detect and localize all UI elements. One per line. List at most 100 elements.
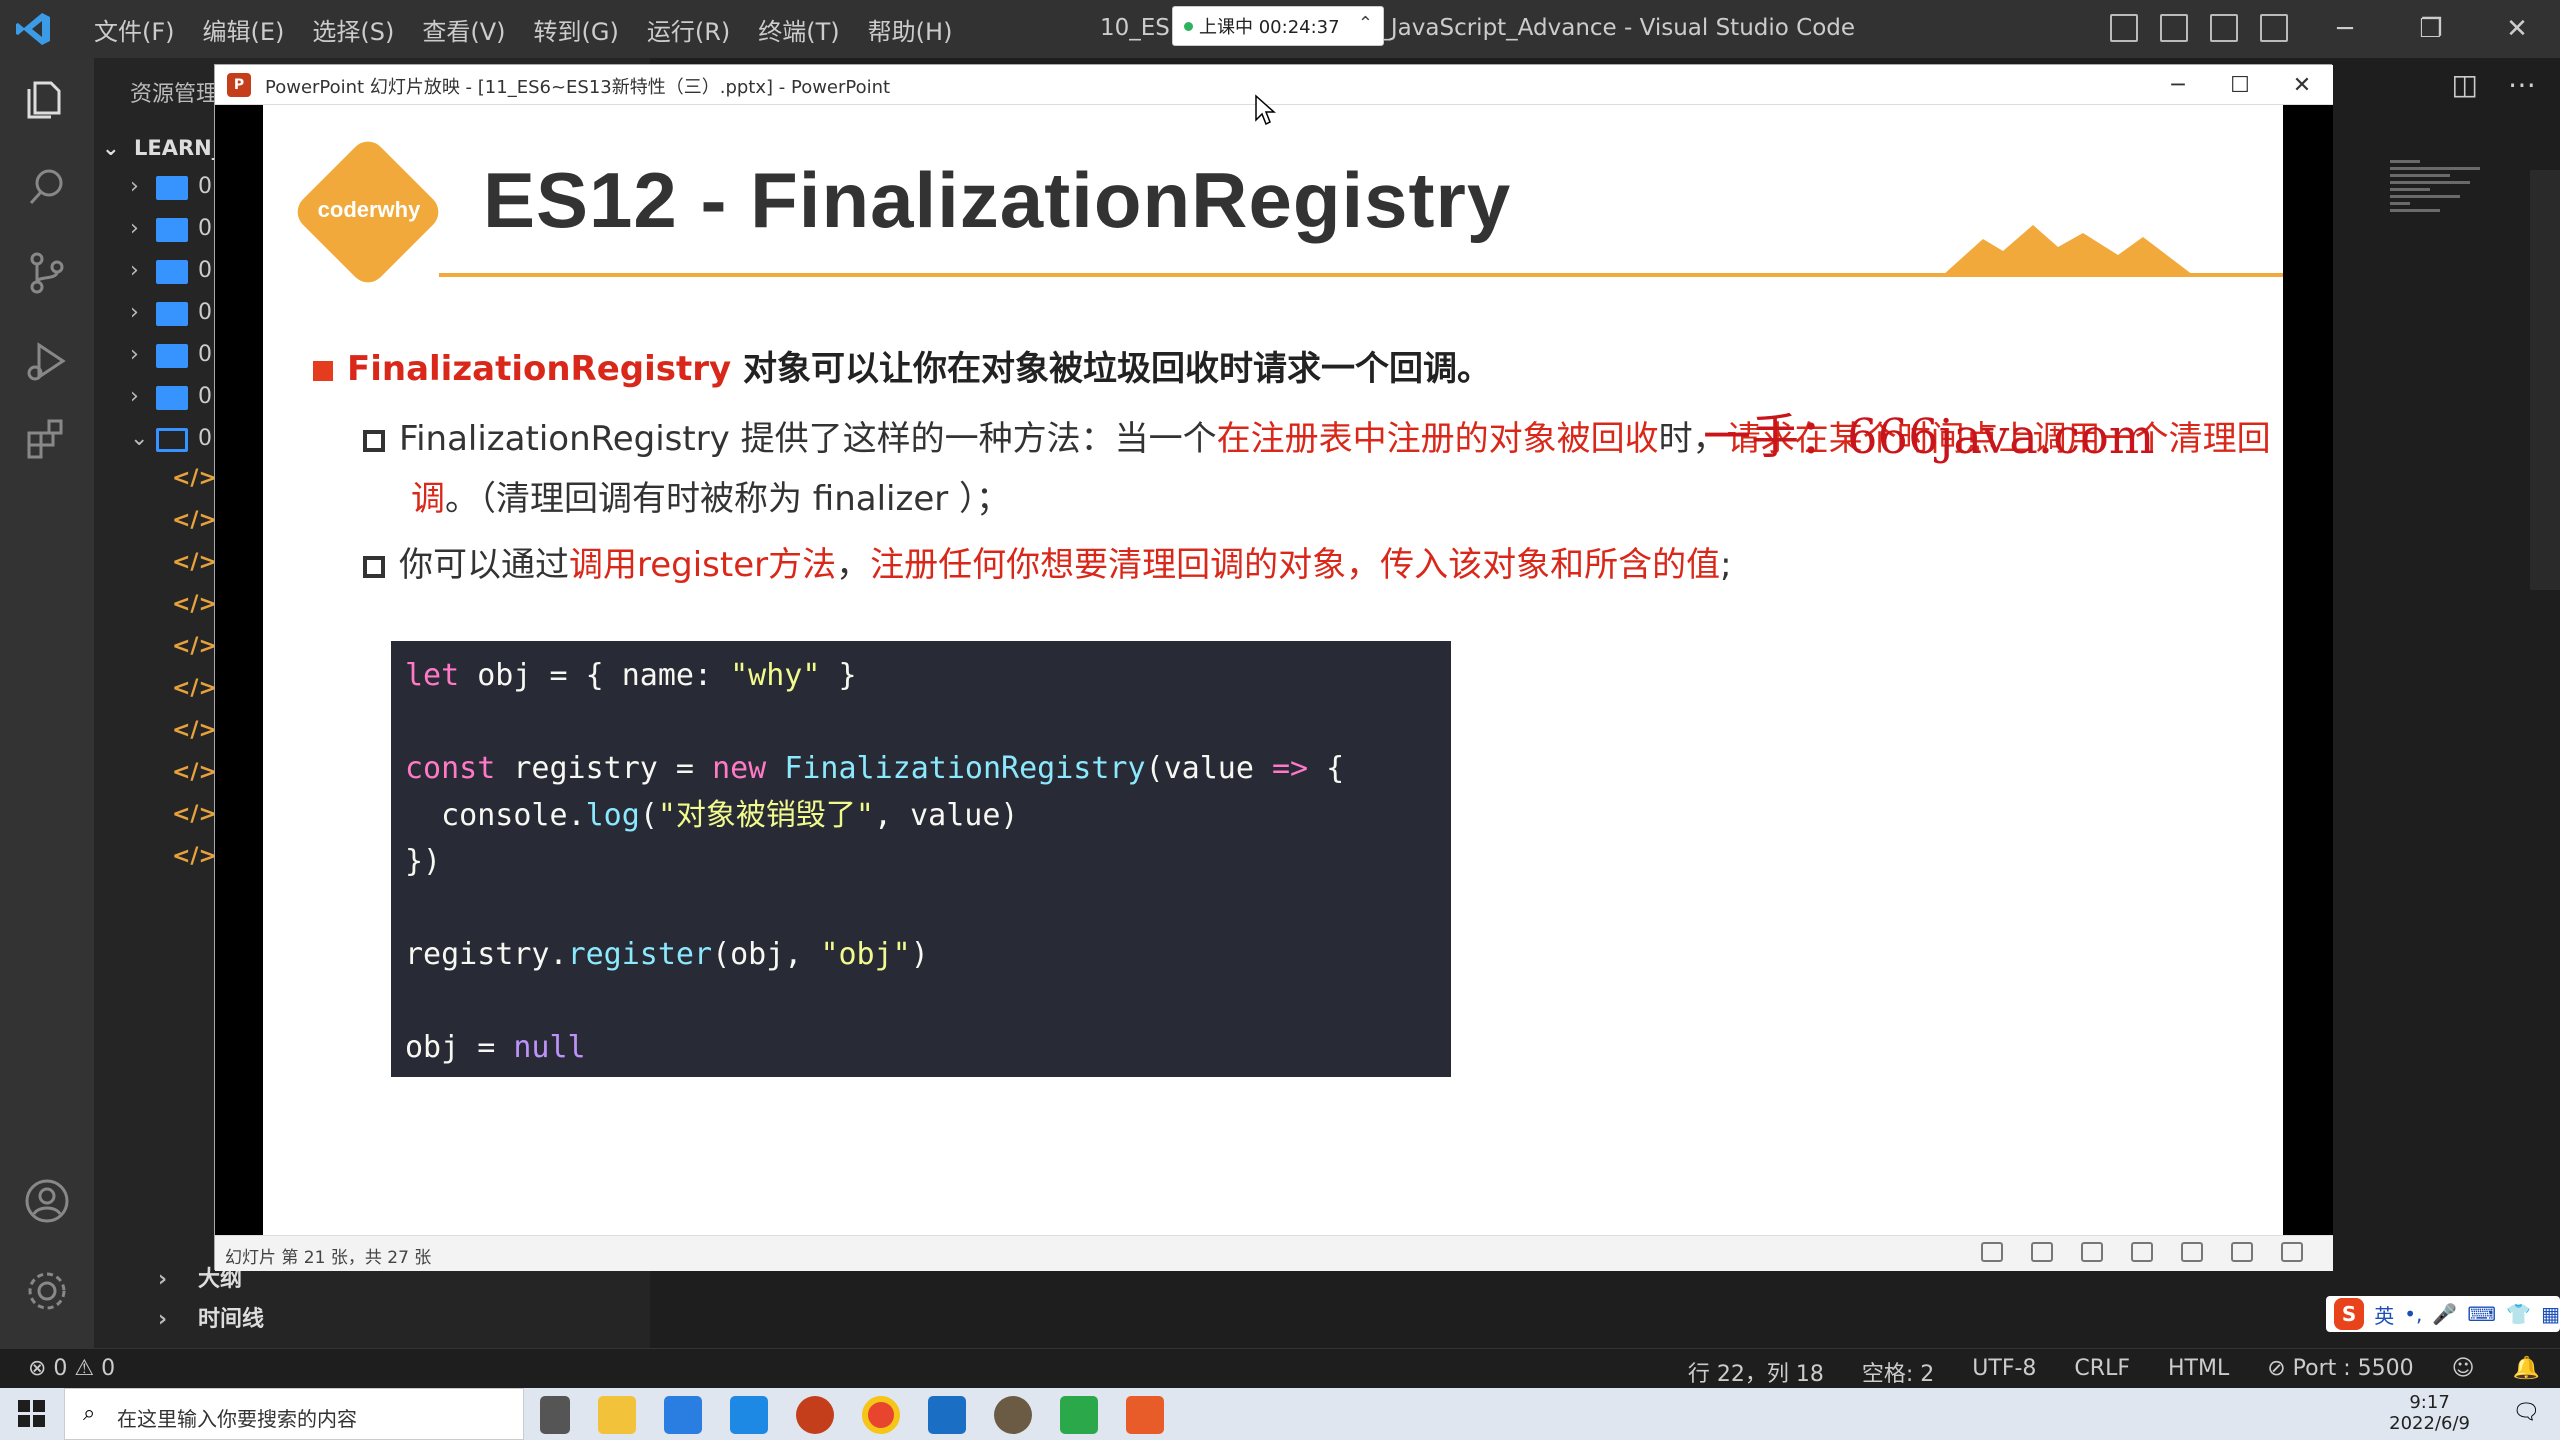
split-editor-icon[interactable]: ◫ (2452, 68, 2478, 101)
slideshow-icon[interactable] (2281, 1242, 2303, 1262)
menu-selection[interactable]: 选择(S) (298, 12, 408, 47)
file-explorer-icon[interactable] (598, 1396, 636, 1434)
ime-toolbar[interactable]: S 英 •, 🎤 ⌨ 👕 ▦ (2326, 1296, 2560, 1332)
vscode-logo-icon (16, 13, 50, 45)
toolbox-icon[interactable]: ▦ (2541, 1302, 2560, 1326)
system-clock[interactable]: 9:17 2022/6/9 (2389, 1392, 2470, 1434)
timeline-section[interactable]: › 时间线 (94, 1300, 650, 1340)
code-line: console.log("对象被销毁了", value) (405, 797, 1019, 833)
ppt-minimize-button[interactable]: ─ (2147, 65, 2209, 105)
menu-run[interactable]: 运行(R) (633, 12, 744, 47)
cursor-position[interactable]: 行 22，列 18 (1688, 1356, 1824, 1388)
minimize-button[interactable]: ─ (2302, 0, 2388, 58)
recording-dot-icon (1184, 22, 1193, 31)
minimap[interactable] (2390, 160, 2500, 250)
code-line: }) (405, 844, 442, 879)
camtasia-green-icon[interactable] (1060, 1396, 1098, 1434)
chevron-down-icon: ⌄ (130, 426, 149, 451)
microphone-icon[interactable]: 🎤 (2432, 1302, 2457, 1326)
powerpoint-taskbar-icon[interactable] (796, 1396, 834, 1434)
live-server-port[interactable]: ⊘ Port : 5500 (2267, 1356, 2413, 1388)
toggle-secondary-sidebar-icon[interactable] (2210, 14, 2238, 42)
clock-time: 9:17 (2409, 1392, 2450, 1413)
html-file-icon: </> (172, 592, 217, 617)
chevron-up-icon[interactable]: ⌃ (1358, 13, 1373, 34)
menu-view[interactable]: 查看(V) (408, 12, 519, 47)
chrome-icon[interactable] (862, 1396, 900, 1434)
punctuation-icon[interactable]: •, (2404, 1302, 2422, 1326)
language-mode[interactable]: HTML (2168, 1356, 2229, 1388)
menubar: 文件(F) 编辑(E) 选择(S) 查看(V) 转到(G) 运行(R) 终端(T… (80, 0, 966, 58)
folder-icon (156, 176, 188, 200)
notifications-bell-icon[interactable]: 🔔 (2513, 1356, 2540, 1388)
code-line: let obj = { name: "why" } (405, 658, 857, 693)
chevron-right-icon: › (158, 1267, 168, 1292)
run-debug-icon[interactable] (22, 336, 72, 386)
customize-layout-icon[interactable] (2260, 14, 2288, 42)
skin-icon[interactable]: 👕 (2506, 1302, 2531, 1326)
menu-file[interactable]: 文件(F) (80, 12, 189, 47)
vscode-taskbar-icon[interactable] (928, 1396, 966, 1434)
menu-go[interactable]: 转到(G) (520, 12, 633, 47)
html-file-icon: </> (172, 676, 217, 701)
avatar-app-icon[interactable] (994, 1396, 1032, 1434)
toggle-sidebar-icon[interactable] (2110, 14, 2138, 42)
html-file-icon: </> (172, 802, 217, 827)
ppt-title: PowerPoint 幻灯片放映 - [11_ES6~ES13新特性（三）.pp… (265, 77, 891, 98)
menu-terminal[interactable]: 终端(T) (744, 12, 853, 47)
recording-indicator[interactable]: 上课中 00:24:37 ⌃ (1172, 6, 1384, 46)
line-ending[interactable]: CRLF (2074, 1356, 2130, 1388)
problems-indicator[interactable]: ⊗ 0 ⚠ 0 (28, 1356, 115, 1381)
powerpoint-window: P PowerPoint 幻灯片放映 - [11_ES6~ES13新特性（三）.… (214, 64, 2333, 1271)
source-control-icon[interactable] (22, 248, 72, 298)
search-icon: ⌕ (83, 1401, 96, 1426)
search-icon[interactable] (22, 162, 72, 212)
mouse-cursor-icon (1255, 94, 1276, 126)
explorer-icon[interactable] (22, 74, 72, 124)
taskbar-search-box[interactable]: ⌕ 在这里输入你要搜索的内容 (64, 1388, 524, 1440)
editor-scrollbar[interactable] (2530, 170, 2560, 590)
slide-menu-icon[interactable] (2031, 1242, 2053, 1262)
toggle-panel-icon[interactable] (2160, 14, 2188, 42)
normal-view-icon[interactable] (2131, 1242, 2153, 1262)
html-file-icon: </> (172, 466, 217, 491)
more-actions-icon[interactable]: ⋯ (2508, 68, 2536, 101)
next-slide-icon[interactable] (2081, 1242, 2103, 1262)
ppt-close-button[interactable]: ✕ (2271, 65, 2333, 105)
ime-language[interactable]: 英 (2374, 1300, 2394, 1329)
menu-help[interactable]: 帮助(H) (854, 12, 967, 47)
app-blue-icon[interactable] (664, 1396, 702, 1434)
slide[interactable]: coderwhy ES12 - FinalizationRegistry Fin… (263, 105, 2283, 1235)
encoding[interactable]: UTF-8 (1972, 1356, 2036, 1388)
close-button[interactable]: ✕ (2474, 0, 2560, 58)
sogou-ime-icon: S (2334, 1298, 2365, 1330)
menu-edit[interactable]: 编辑(E) (189, 12, 299, 47)
camtasia-orange-icon[interactable] (1126, 1396, 1164, 1434)
reading-view-icon[interactable] (2231, 1242, 2253, 1262)
action-center-icon[interactable]: 🗨 (2512, 1400, 2540, 1425)
ppt-statusbar: 幻灯片 第 21 张，共 27 张 (215, 1235, 2333, 1271)
windows-start-icon[interactable] (18, 1400, 46, 1428)
html-file-icon: </> (172, 760, 217, 785)
hollow-square-bullet-icon (363, 429, 385, 452)
code-line: const registry = new FinalizationRegistr… (405, 751, 1345, 786)
settings-gear-icon[interactable] (22, 1266, 72, 1316)
app-dingtalk-icon[interactable] (730, 1396, 768, 1434)
chevron-right-icon: › (130, 258, 139, 283)
keyboard-icon[interactable]: ⌨ (2467, 1302, 2496, 1326)
ppt-view-controls (1981, 1242, 2303, 1262)
chevron-down-icon: ⌄ (102, 136, 120, 160)
feedback-icon[interactable]: ☺ (2452, 1356, 2475, 1388)
html-file-icon: </> (172, 634, 217, 659)
slide-sorter-icon[interactable] (2181, 1242, 2203, 1262)
account-icon[interactable] (22, 1176, 72, 1226)
previous-slide-icon[interactable] (1981, 1242, 2003, 1262)
code-block: let obj = { name: "why" } const registry… (391, 641, 1451, 1077)
extensions-icon[interactable] (22, 414, 72, 464)
folder-open-icon (156, 428, 188, 452)
task-view-icon[interactable] (540, 1396, 570, 1434)
logo-text: coderwhy (317, 197, 421, 222)
restore-button[interactable]: ❐ (2388, 0, 2474, 58)
indentation[interactable]: 空格: 2 (1862, 1356, 1934, 1388)
ppt-maximize-button[interactable]: ☐ (2209, 65, 2271, 105)
